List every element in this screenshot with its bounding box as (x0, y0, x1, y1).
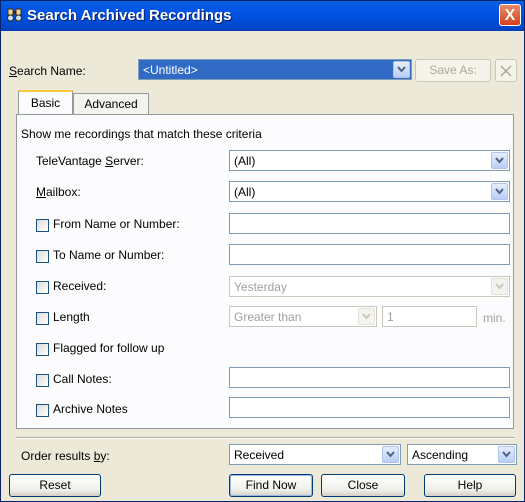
mailbox-combo[interactable]: (All) (229, 181, 510, 202)
delete-search-button[interactable] (495, 59, 517, 82)
chevron-down-icon (495, 188, 504, 195)
tab-basic[interactable]: Basic (18, 90, 73, 115)
order-field-dropdown-button[interactable] (382, 446, 399, 463)
order-field-value: Received (234, 448, 285, 462)
binoculars-icon (7, 8, 22, 22)
chevron-down-icon (495, 157, 504, 164)
chevron-down-icon (397, 66, 406, 73)
mailbox-dropdown-button[interactable] (491, 183, 508, 200)
chevron-down-icon (502, 451, 511, 458)
order-direction-dropdown-button[interactable] (498, 446, 515, 463)
search-name-combo[interactable]: <Untitled> (138, 59, 412, 80)
search-name-value: <Untitled> (143, 63, 198, 77)
received-checkbox[interactable] (36, 281, 49, 294)
separator (16, 437, 514, 439)
server-value: (All) (234, 154, 256, 168)
received-dropdown-button[interactable] (491, 278, 508, 295)
order-direction-value: Ascending (412, 448, 469, 462)
search-archived-recordings-window: Search Archived Recordings X Search Name… (0, 0, 525, 502)
server-dropdown-button[interactable] (491, 152, 508, 169)
length-value: 1 (387, 310, 394, 324)
server-combo[interactable]: (All) (229, 150, 510, 171)
call-notes-label: Call Notes: (53, 372, 112, 386)
archive-notes-checkbox[interactable] (36, 404, 49, 417)
save-as-button[interactable]: Save As: (415, 59, 491, 82)
call-notes-input[interactable] (229, 367, 510, 388)
length-operator-dropdown-button[interactable] (358, 308, 375, 325)
archive-notes-input[interactable] (229, 397, 510, 418)
order-field-combo[interactable]: Received (229, 444, 401, 465)
reset-button[interactable]: Reset (9, 474, 101, 497)
help-button[interactable]: Help (424, 474, 516, 497)
flagged-checkbox[interactable] (36, 343, 49, 356)
close-icon (500, 65, 512, 77)
received-label: Received: (53, 279, 107, 293)
chevron-down-icon (495, 283, 504, 290)
mailbox-value: (All) (234, 185, 256, 199)
received-combo[interactable]: Yesterday (229, 276, 510, 297)
criteria-heading: Show me recordings that match these crit… (21, 127, 262, 141)
archive-notes-label: Archive Notes (53, 402, 128, 416)
call-notes-checkbox[interactable] (36, 374, 49, 387)
from-input[interactable] (229, 213, 510, 234)
chevron-down-icon (362, 313, 371, 320)
close-button[interactable]: Close (321, 474, 405, 497)
mailbox-label: Mailbox: (36, 185, 81, 199)
from-checkbox[interactable] (36, 219, 49, 232)
order-results-label: Order results by: (21, 449, 110, 463)
find-now-button[interactable]: Find Now (229, 474, 313, 497)
window-title: Search Archived Recordings (27, 7, 232, 24)
length-value-input[interactable]: 1 (382, 306, 477, 327)
chevron-down-icon (386, 451, 395, 458)
length-unit-label: min. (483, 311, 506, 325)
to-input[interactable] (229, 244, 510, 265)
tab-advanced[interactable]: Advanced (73, 93, 149, 114)
to-checkbox[interactable] (36, 250, 49, 263)
server-label: TeleVantage Server: (36, 154, 144, 168)
order-direction-combo[interactable]: Ascending (407, 444, 517, 465)
to-label: To Name or Number: (53, 248, 165, 262)
title-bar[interactable]: Search Archived Recordings X (1, 1, 524, 31)
from-label: From Name or Number: (53, 217, 180, 231)
length-checkbox[interactable] (36, 312, 49, 325)
search-name-label: Search Name: (9, 64, 86, 78)
length-label: Length (53, 310, 90, 324)
search-name-dropdown-button[interactable] (393, 61, 410, 78)
length-operator-combo[interactable]: Greater than (229, 306, 377, 327)
window-close-button[interactable]: X (499, 4, 521, 26)
flagged-label: Flagged for follow up (53, 341, 165, 355)
length-operator-value: Greater than (234, 310, 302, 324)
received-value: Yesterday (234, 280, 287, 294)
